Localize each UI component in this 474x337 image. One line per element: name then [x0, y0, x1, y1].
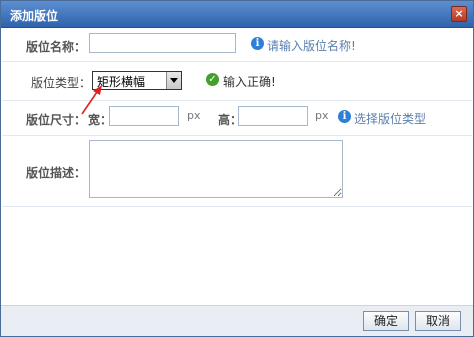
- row-size: 版位尺寸： 宽： px 高： px i 选择版位类型: [2, 101, 472, 136]
- dialog-titlebar[interactable]: 添加版位 ×: [1, 1, 473, 28]
- chevron-down-icon[interactable]: [166, 72, 181, 89]
- placement-type-select[interactable]: 矩形横幅: [92, 71, 182, 90]
- cancel-button[interactable]: 取消: [415, 311, 461, 331]
- dialog-footer: 确定 取消: [1, 305, 473, 336]
- confirm-button[interactable]: 确定: [363, 311, 409, 331]
- size-label: 版位尺寸：: [26, 113, 87, 127]
- info-icon: i: [251, 37, 264, 50]
- height-input[interactable]: [238, 106, 308, 126]
- description-label: 版位描述：: [26, 166, 87, 180]
- row-type: 版位类型： ✓ 输入正确!: [2, 62, 472, 101]
- width-unit: px: [187, 109, 201, 122]
- row-name: 版位名称： i 请输入版位名称!: [2, 28, 472, 62]
- name-hint: 请输入版位名称!: [267, 39, 356, 53]
- info-icon: i: [338, 110, 351, 123]
- width-input[interactable]: [109, 106, 179, 126]
- annotation-arrow-icon: [81, 85, 102, 115]
- description-textarea[interactable]: [89, 140, 343, 198]
- dialog-title: 添加版位: [10, 9, 59, 23]
- checkmark-icon: ✓: [206, 73, 219, 86]
- height-unit: px: [315, 109, 329, 122]
- type-hint: 输入正确!: [223, 75, 276, 89]
- name-label: 版位名称：: [26, 40, 87, 54]
- name-input[interactable]: [89, 33, 236, 53]
- row-description: 版位描述：: [2, 136, 472, 207]
- size-hint: 选择版位类型: [354, 112, 427, 126]
- close-button[interactable]: ×: [451, 6, 467, 22]
- add-placement-dialog: 添加版位 × 版位名称： i 请输入版位名称! 版位类型： ✓ 输入正确! 矩形…: [0, 0, 474, 337]
- close-icon: ×: [454, 7, 464, 20]
